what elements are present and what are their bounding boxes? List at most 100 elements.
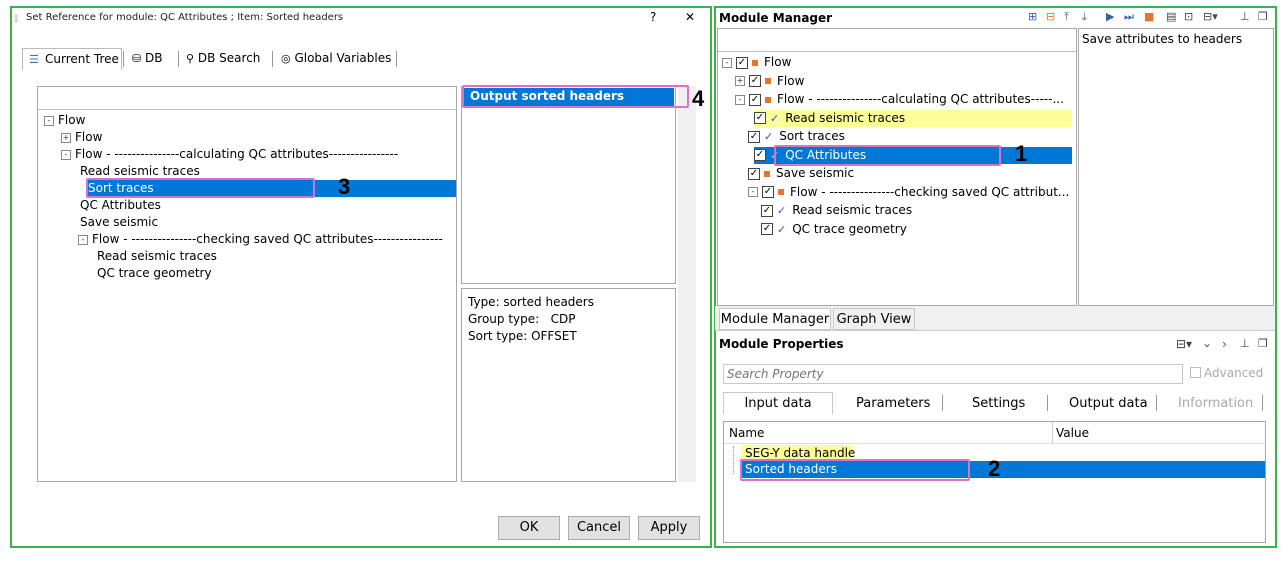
move-down-icon[interactable]: ⤓ bbox=[1082, 10, 1087, 24]
collapse-icon[interactable]: - bbox=[748, 187, 758, 197]
module-item-label: Save seismic bbox=[776, 166, 855, 180]
enable-checkbox[interactable]: ✓ bbox=[749, 93, 761, 106]
collapse-icon[interactable]: - bbox=[44, 115, 54, 126]
dialog-scroll-gutter bbox=[678, 86, 696, 482]
tree-item[interactable]: - Flow - ---------------checking saved QC… bbox=[38, 231, 443, 248]
tab-module-manager[interactable]: Module Manager bbox=[719, 308, 831, 330]
module-filter-bar[interactable] bbox=[718, 29, 1076, 52]
move-up-icon[interactable]: ⤒ bbox=[1064, 10, 1069, 24]
advanced-label: Advanced bbox=[1204, 366, 1264, 380]
tab-global-variables[interactable]: ◎ Global Variables bbox=[281, 51, 391, 65]
properties-pin-icon[interactable]: ⊥ bbox=[1240, 337, 1250, 350]
enable-checkbox[interactable]: ✓ bbox=[762, 186, 774, 198]
tab-bar: ☰ Current Tree ⛁ DB ⚲ DB Search ◎ Global… bbox=[22, 48, 400, 70]
collapse-icon[interactable]: - bbox=[61, 149, 71, 160]
stop-icon[interactable]: ■ bbox=[1144, 10, 1154, 23]
enable-checkbox[interactable]: ✓ bbox=[754, 112, 766, 124]
advanced-checkbox[interactable] bbox=[1190, 367, 1201, 378]
module-item[interactable]: ✓ ✓ Read seismic traces bbox=[754, 109, 1072, 127]
module-item[interactable]: - ✓ Flow - ---------------calculating QC a… bbox=[718, 91, 1064, 108]
search-property-input[interactable] bbox=[723, 364, 1183, 384]
enable-checkbox[interactable]: ✓ bbox=[749, 75, 761, 87]
column-header-value[interactable]: Value bbox=[1056, 426, 1089, 440]
enable-checkbox[interactable]: ✓ bbox=[748, 130, 760, 143]
callout-3: 3 bbox=[338, 174, 351, 199]
module-item[interactable]: ✓ ✓ Sort traces bbox=[718, 128, 845, 145]
run-icon[interactable]: ▶ bbox=[1106, 10, 1114, 23]
step-icon[interactable]: ⏭ bbox=[1124, 10, 1134, 24]
tab-parameters[interactable]: Parameters bbox=[856, 396, 930, 411]
properties-toolbar-icon[interactable]: ⊟▾ bbox=[1176, 337, 1192, 351]
maximize-icon[interactable]: ❐ bbox=[1258, 10, 1268, 23]
dialog-title: Set Reference for module: QC Attributes … bbox=[26, 12, 344, 23]
tree-item-label: QC trace geometry bbox=[97, 266, 212, 280]
highlight-sort-traces bbox=[86, 178, 315, 198]
module-item[interactable]: - ✓ Flow - ---------------checking saved Q… bbox=[718, 184, 1069, 201]
tab-db-search[interactable]: ⚲ DB Search bbox=[186, 51, 260, 65]
cancel-button[interactable]: Cancel bbox=[568, 516, 630, 540]
enable-checkbox[interactable]: ✓ bbox=[761, 204, 773, 217]
add-module-icon[interactable]: ⊞ bbox=[1028, 10, 1037, 23]
chevron-right-icon[interactable]: › bbox=[1222, 337, 1227, 351]
tab-graph-view[interactable]: Graph View bbox=[833, 308, 915, 330]
tree-item-label: Read seismic traces bbox=[80, 164, 200, 178]
module-item-label: Read seismic traces bbox=[792, 203, 913, 217]
description-panel: Save attributes to headers bbox=[1078, 28, 1274, 306]
enable-checkbox[interactable]: ✓ bbox=[754, 149, 766, 161]
dialog-tree: - Flow + Flow - Flow - ---------------calcula… bbox=[38, 112, 456, 312]
tree-item[interactable]: QC Attributes bbox=[38, 197, 161, 214]
info-sort-type: Sort type: OFFSET bbox=[468, 329, 577, 343]
options-icon[interactable]: ⊡ bbox=[1184, 10, 1193, 23]
module-item[interactable]: ✓ ✓ QC trace geometry bbox=[718, 221, 907, 238]
tree-item[interactable]: - Flow bbox=[38, 112, 85, 129]
tree-item-label: Flow bbox=[58, 113, 86, 127]
module-manager-title: Module Manager bbox=[719, 11, 833, 25]
enable-checkbox[interactable]: ✓ bbox=[748, 167, 760, 180]
tab-input-data[interactable]: Input data bbox=[723, 392, 833, 414]
tree-item[interactable]: Save seismic bbox=[38, 214, 158, 231]
module-item[interactable]: - ✓ Flow bbox=[718, 54, 791, 71]
collapse-icon[interactable]: - bbox=[78, 234, 88, 245]
properties-maximize-icon[interactable]: ❐ bbox=[1258, 337, 1268, 350]
column-header-name[interactable]: Name bbox=[729, 426, 764, 440]
ok-button[interactable]: OK bbox=[498, 516, 560, 540]
pin-icon[interactable]: ⊥ bbox=[1240, 10, 1250, 23]
tree-filter-bar[interactable] bbox=[38, 87, 456, 110]
help-button[interactable]: ? bbox=[650, 10, 656, 24]
chevron-down-icon[interactable]: ⌄ bbox=[1202, 336, 1212, 350]
close-icon[interactable]: ✕ bbox=[685, 10, 695, 24]
highlight-output-item bbox=[462, 85, 689, 108]
module-item-label: Read seismic traces bbox=[785, 110, 906, 125]
tree-icon: ☰ bbox=[29, 53, 39, 66]
enable-checkbox[interactable]: ✓ bbox=[761, 223, 773, 235]
module-item-label: Flow bbox=[777, 73, 805, 88]
log-icon[interactable]: ▤ bbox=[1166, 10, 1176, 23]
collapse-icon[interactable]: - bbox=[735, 94, 745, 105]
collapse-icon[interactable]: - bbox=[722, 57, 732, 68]
tree-item-label: QC Attributes bbox=[80, 198, 161, 212]
module-item[interactable]: ✓ ✓ Read seismic traces bbox=[718, 202, 912, 219]
apply-button[interactable]: Apply bbox=[638, 516, 700, 540]
tab-settings[interactable]: Settings bbox=[972, 396, 1025, 411]
info-group-type: Group type: CDP bbox=[468, 312, 576, 326]
enable-checkbox[interactable]: ✓ bbox=[736, 56, 748, 69]
layout-dropdown-icon[interactable]: ⊟▾ bbox=[1203, 10, 1218, 23]
tab-db[interactable]: ⛁ DB bbox=[132, 51, 163, 65]
expand-icon[interactable]: + bbox=[735, 76, 745, 86]
module-item-label: Flow - ---------------checking saved QC … bbox=[790, 184, 1070, 199]
module-item[interactable]: + ✓ Flow bbox=[718, 73, 804, 90]
tree-item[interactable]: QC trace geometry bbox=[38, 265, 212, 282]
tab-output-data[interactable]: Output data bbox=[1069, 396, 1148, 411]
module-item-label: Flow - ---------------calculating QC att… bbox=[777, 92, 1064, 106]
tree-item[interactable]: Read seismic traces bbox=[38, 248, 217, 265]
tree-item[interactable]: - Flow - ---------------calculating QC at… bbox=[38, 146, 398, 163]
remove-module-icon[interactable]: ⊟ bbox=[1046, 10, 1055, 23]
tab-information[interactable]: Information bbox=[1178, 396, 1253, 411]
tab-current-tree[interactable]: ☰ Current Tree bbox=[22, 48, 122, 70]
tree-item[interactable]: + Flow bbox=[38, 129, 102, 146]
dialog-app-icon: ⟟ bbox=[14, 12, 19, 25]
module-item-label: Flow bbox=[764, 55, 792, 69]
checkmark-icon: ✓ bbox=[764, 130, 774, 143]
module-item[interactable]: ✓ Save seismic bbox=[718, 165, 854, 182]
expand-icon[interactable]: + bbox=[61, 132, 71, 143]
